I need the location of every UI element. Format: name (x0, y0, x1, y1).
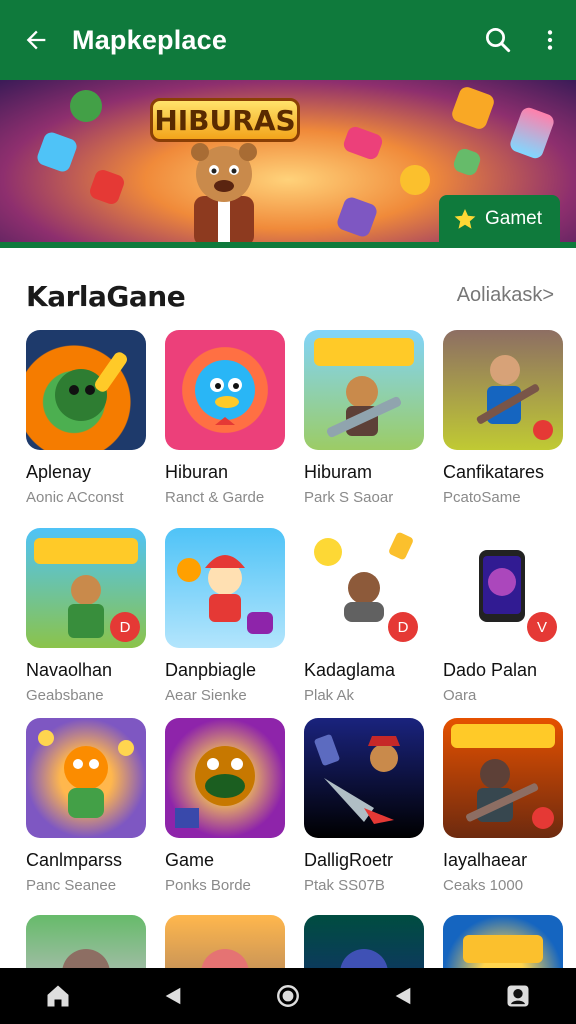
app-name: Hiburan (165, 462, 229, 482)
home-icon (47, 985, 69, 1007)
app-developer: Park S Saoar (304, 489, 394, 506)
app-developer: PcatoSame (443, 489, 521, 506)
app-tile[interactable]: Canfikatares PcatoSame (443, 330, 563, 506)
app-name: Canlmparss (26, 850, 123, 870)
app-bar: Mapkeplace (0, 0, 576, 80)
home-circle-icon (277, 985, 299, 1007)
app-name: Game (165, 850, 215, 870)
recents-triangle-icon (395, 987, 411, 1005)
app-badge-icon: D (388, 612, 418, 642)
app-tile[interactable]: Iayalhaear Ceaks 1000 (443, 718, 563, 894)
app-tile[interactable]: D Navaolhan Geabsbane (26, 528, 146, 704)
app-tile[interactable]: DalligRoetr Ptak SS07B (304, 718, 424, 894)
gem-decoration (449, 84, 497, 132)
arrow-left-icon (26, 30, 46, 50)
app-developer: Ponks Borde (165, 877, 251, 894)
more-vert-icon (547, 30, 553, 50)
nav-home-button[interactable] (28, 968, 88, 1024)
app-badge-icon: D (110, 612, 140, 642)
app-tile[interactable]: Aplenay Aonic ACconst (26, 330, 146, 506)
profile-icon (507, 985, 529, 1007)
app-icon: D (26, 528, 146, 648)
app-icon (165, 718, 285, 838)
app-name: Canfikatares (443, 462, 545, 482)
gem-decoration (87, 167, 127, 207)
app-icon: V (443, 528, 563, 648)
app-name: Iayalhaear (443, 850, 528, 870)
app-icon (26, 330, 146, 450)
app-tile[interactable]: Game Ponks Borde (165, 718, 285, 894)
app-name: Dado Palan (443, 660, 538, 680)
app-developer: Ranct & Garde (165, 489, 265, 506)
nav-recents-button[interactable] (373, 968, 433, 1024)
app-icon (26, 718, 146, 838)
app-tile[interactable]: D Kadaglama Plak Ak (304, 528, 424, 704)
gem-decoration (341, 124, 385, 162)
app-name: Danpbiagle (165, 660, 257, 680)
app-name: Aplenay (26, 462, 92, 482)
gem-decoration (395, 160, 435, 200)
search-button[interactable] (472, 0, 524, 80)
app-developer: Aear Sienke (165, 687, 247, 704)
app-developer: Ptak SS07B (304, 877, 385, 894)
app-icon (304, 330, 424, 450)
nav-center-button[interactable] (258, 968, 318, 1024)
game-button-label: Gamet (484, 208, 542, 229)
featured-banner[interactable]: HIBURAS Gamet (0, 80, 576, 246)
app-icon (165, 528, 285, 648)
app-icon (443, 718, 563, 838)
app-tile[interactable]: V Dado Palan Oara (443, 528, 563, 704)
section-title: KarlaGane (26, 280, 186, 313)
app-name: Navaolhan (26, 660, 113, 680)
page-title: Mapkeplace (72, 24, 228, 55)
app-developer: Panc Seanee (26, 877, 117, 894)
screen: Mapkeplace HIBURAS Gamet KarlaGane Aolia… (0, 0, 576, 1024)
gem-decoration (335, 195, 379, 239)
mascot-image (191, 143, 257, 246)
back-triangle-icon (165, 987, 181, 1005)
game-button[interactable]: Gamet (438, 195, 560, 243)
app-icon (443, 330, 563, 450)
app-icon (165, 330, 285, 450)
app-icon: D (304, 528, 424, 648)
app-name: Hiburam (304, 462, 373, 482)
app-tile[interactable]: Hiburam Park S Saoar (304, 330, 424, 506)
app-developer: Aonic ACconst (26, 489, 124, 506)
app-tile[interactable]: Hiburan Ranct & Garde (165, 330, 285, 506)
search-icon (486, 28, 511, 53)
app-developer: Plak Ak (304, 687, 355, 704)
app-tile[interactable]: Canlmparss Panc Seanee (26, 718, 146, 894)
more-options-button[interactable] (524, 0, 576, 80)
system-nav-bar (0, 968, 576, 1024)
banner-divider (0, 242, 576, 248)
app-developer: Ceaks 1000 (443, 877, 524, 894)
gem-decoration (65, 85, 107, 127)
back-button[interactable] (0, 0, 72, 80)
see-all-link[interactable]: Aoliakask> (457, 284, 554, 307)
app-badge-icon: V (527, 612, 557, 642)
gem-decoration (35, 130, 79, 174)
nav-profile-button[interactable] (488, 968, 548, 1024)
app-tile[interactable]: Danpbiagle Aear Sienke (165, 528, 285, 704)
gem-decoration (451, 146, 483, 178)
app-developer: Geabsbane (26, 687, 104, 704)
gem-decoration (508, 105, 556, 161)
app-name: Kadaglama (304, 660, 396, 680)
nav-back-button[interactable] (143, 968, 203, 1024)
app-name: DalligRoetr (304, 850, 394, 870)
app-icon (304, 718, 424, 838)
app-developer: Oara (443, 687, 477, 704)
star-icon (454, 209, 476, 229)
